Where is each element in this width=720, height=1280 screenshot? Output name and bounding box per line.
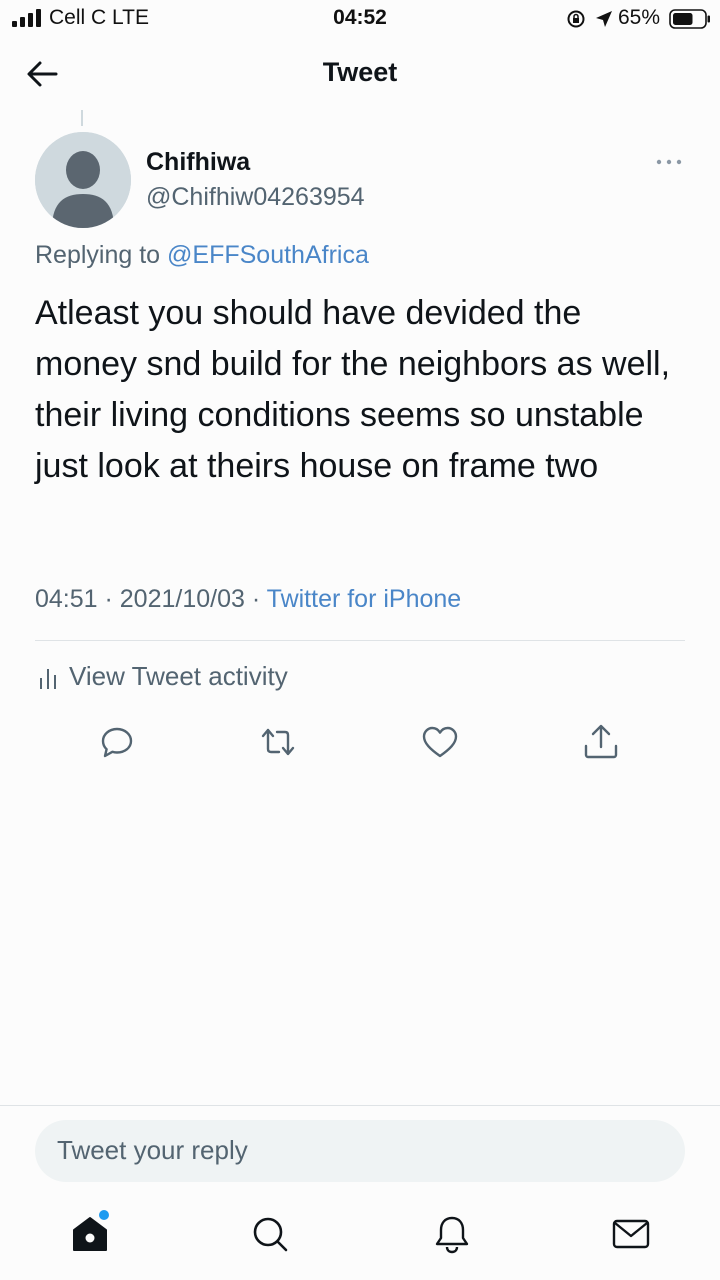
reply-placeholder[interactable]: Tweet your reply (57, 1135, 248, 1166)
view-tweet-activity-link[interactable]: View Tweet activity (69, 661, 288, 692)
orientation-lock-icon (567, 10, 585, 28)
share-icon[interactable] (581, 722, 621, 762)
tweet-source-link[interactable]: Twitter for iPhone (267, 585, 462, 613)
reply-icon[interactable] (97, 722, 137, 762)
meta-separator: · (244, 585, 267, 613)
divider (35, 640, 685, 641)
tweet-time: 04:51 (35, 585, 98, 613)
replying-prefix: Replying to (35, 241, 168, 269)
tweet-text: Atleast you should have devided the mone… (35, 294, 671, 485)
replying-to-line: Replying to @EFFSouthAfrica (35, 241, 369, 270)
search-icon[interactable] (248, 1212, 292, 1256)
replying-to-link[interactable]: @EFFSouthAfrica (167, 241, 369, 269)
user-handle[interactable]: @Chifhiw04263954 (146, 183, 365, 212)
thread-connector (81, 110, 83, 126)
more-options-icon[interactable] (654, 152, 684, 172)
battery-percent: 65% (618, 6, 661, 29)
page-title: Tweet (322, 57, 398, 87)
new-content-dot (99, 1210, 109, 1220)
tweet-metadata: 04:51 · 2021/10/03 · Twitter for iPhone (35, 585, 461, 614)
location-arrow-icon (596, 11, 612, 27)
analytics-icon[interactable] (37, 666, 59, 690)
display-name[interactable]: Chifhiwa (146, 148, 250, 177)
divider (0, 1105, 720, 1106)
like-icon[interactable] (420, 722, 460, 762)
avatar[interactable] (35, 132, 131, 228)
retweet-icon[interactable] (258, 722, 298, 762)
meta-separator: · (97, 585, 120, 613)
messages-icon[interactable] (609, 1212, 653, 1256)
tweet-date: 2021/10/03 (119, 585, 245, 613)
status-bar: Cell C LTE 04:52 65% (0, 0, 720, 40)
default-avatar-icon (35, 132, 131, 228)
notifications-icon[interactable] (430, 1212, 474, 1256)
battery-icon (669, 9, 710, 29)
